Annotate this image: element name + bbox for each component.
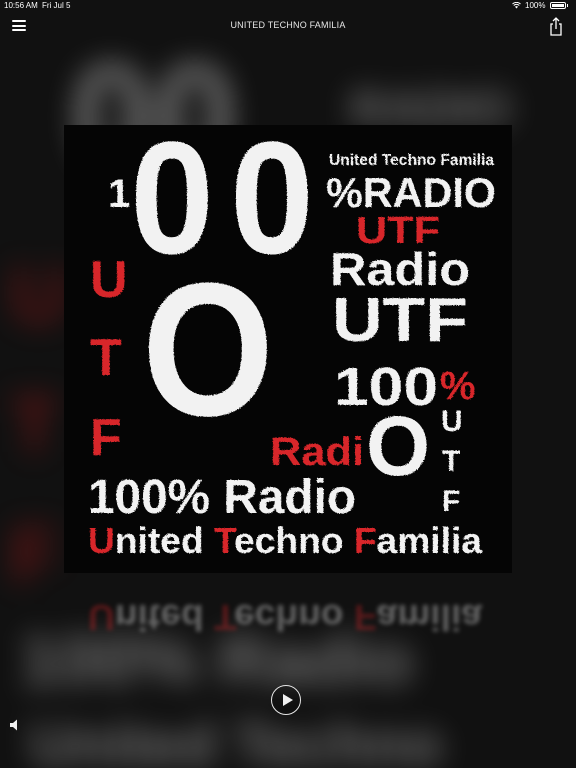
now-playing-screen: 00 RADIO UTF O 100% Radio United Techno … [0, 0, 576, 768]
album-artwork: 1 0 0 United Techno Familia %RADIO UTF R… [64, 125, 512, 573]
art-bottom-amilia: amilia [377, 520, 483, 561]
art-t-right: T [442, 445, 460, 478]
status-bar: 10:56 AM Fri Jul 5 100% [0, 0, 576, 12]
speaker-icon[interactable] [9, 718, 21, 732]
art-one: 1 [108, 172, 130, 216]
play-icon [283, 694, 293, 706]
artwork-reflection: United Techno Familia [64, 573, 512, 643]
status-time: 10:56 AM [4, 1, 38, 10]
art-percent: % [440, 364, 476, 408]
art-percent-radio: %RADIO [326, 169, 496, 216]
art-bottom-echno: echno [234, 520, 354, 561]
artwork-graphic: 1 0 0 United Techno Familia %RADIO UTF R… [64, 125, 512, 573]
bg-bottom: United Techno [30, 711, 443, 768]
battery-tip [566, 4, 568, 7]
page-title: UNITED TECHNO FAMILIA [230, 20, 346, 30]
art-u-left: U [90, 251, 128, 309]
art-f-left: F [90, 409, 122, 467]
art-bottom-f: F [354, 520, 377, 561]
art-hundred-radio: 100% Radio [88, 471, 356, 524]
art-t-left: T [90, 329, 122, 387]
art-big-o: O [142, 244, 274, 456]
battery-percent: 100% [525, 1, 546, 10]
art-u-right: U [441, 405, 463, 438]
battery-icon [549, 2, 566, 9]
reflection-text: United Techno Familia [88, 597, 483, 638]
play-button[interactable] [271, 685, 301, 715]
art-united-small: United Techno Familia [329, 152, 494, 169]
share-icon[interactable] [548, 16, 564, 36]
art-bottom-nited: nited [115, 520, 214, 561]
status-right: 100% [512, 1, 568, 10]
nav-bar: UNITED TECHNO FAMILIA [0, 12, 576, 40]
wifi-icon [512, 2, 521, 9]
art-utf-white: UTF [332, 286, 468, 355]
art-bottom-line: United Techno Familia [88, 520, 483, 561]
status-date: Fri Jul 5 [42, 1, 71, 10]
art-radi: Radi [270, 430, 364, 474]
art-bottom-u: U [88, 520, 115, 561]
art-o-small: O [366, 399, 430, 493]
bg-red-letters: UTF [10, 250, 68, 599]
art-f-right: F [442, 485, 460, 518]
reflection-graphic: United Techno Familia [88, 597, 483, 638]
